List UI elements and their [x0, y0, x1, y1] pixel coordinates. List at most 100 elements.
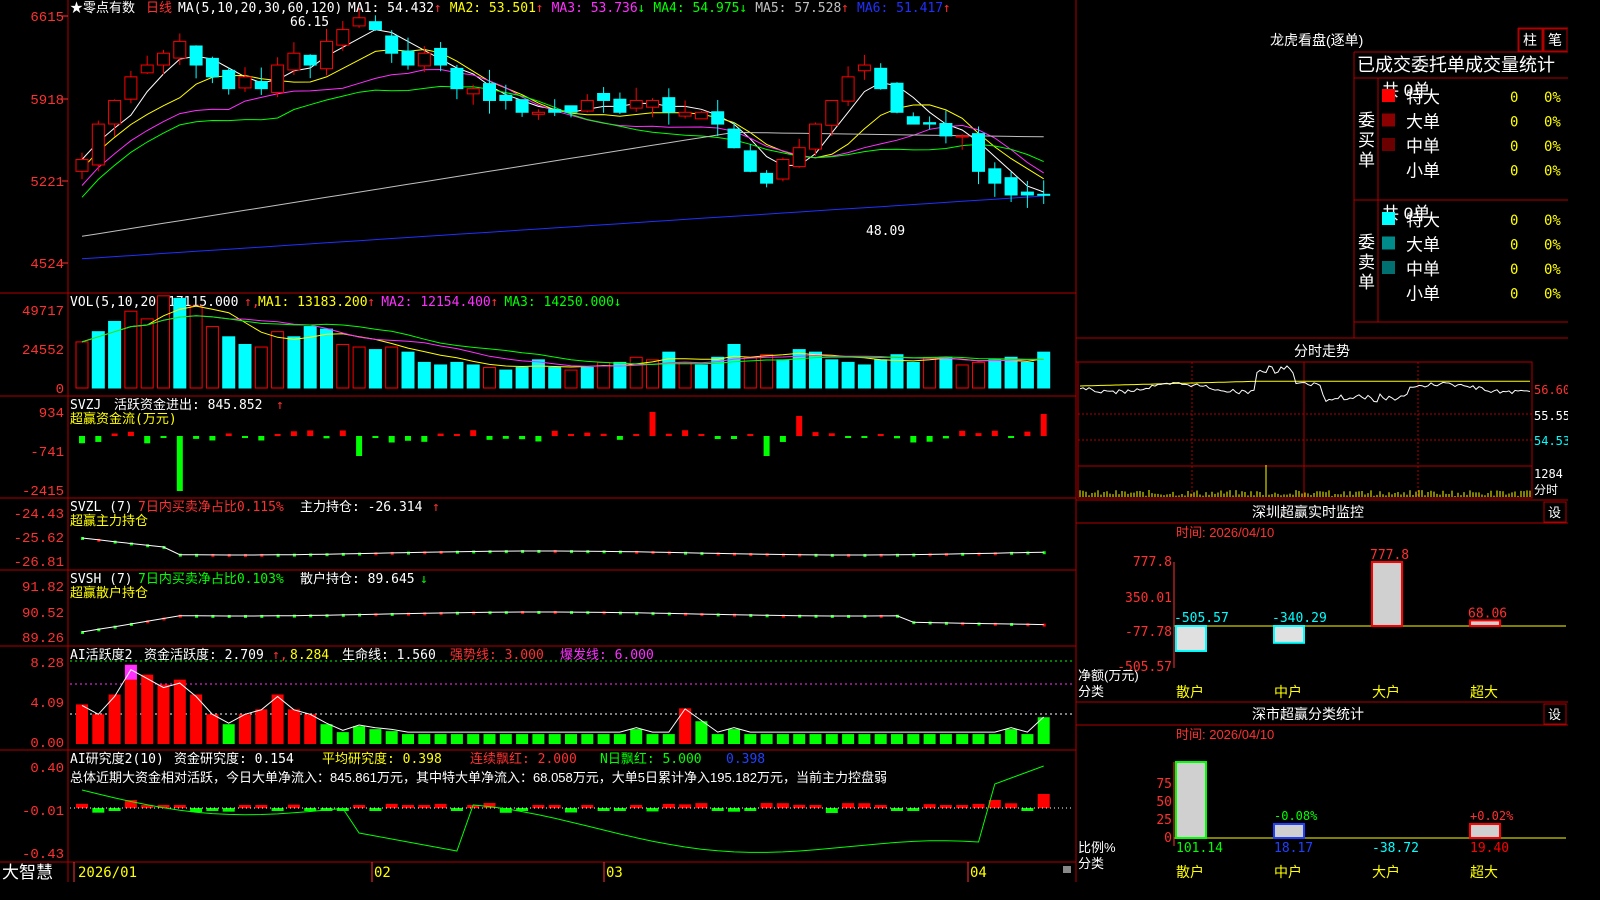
candle-body [694, 111, 708, 120]
candle-body [988, 168, 1002, 184]
vol-legend-arrow: ↑ [490, 295, 498, 310]
research-bar [891, 808, 903, 811]
ai1-y-tick: 4.09 [30, 696, 64, 712]
order-stat-title: 已成交委托单成交量统计 [1357, 55, 1555, 75]
volume-bar [287, 336, 301, 389]
ma-legend-arrow: ↑ [536, 1, 544, 16]
order-color-swatch [1382, 113, 1395, 127]
activity-bar [499, 734, 512, 744]
monitor-title: 深圳超赢实时监控 [1252, 504, 1364, 520]
stat-bar [1175, 761, 1207, 839]
activity-bar [222, 724, 235, 744]
activity-bar [353, 726, 366, 744]
period-label: 日线 [146, 0, 172, 15]
monitor-bar-label: 68.06 [1468, 606, 1507, 621]
monitor-y-tick: -77.78 [1125, 625, 1172, 640]
holding-dot [1042, 623, 1046, 627]
flow-bar [225, 433, 232, 436]
activity-bar [744, 734, 757, 744]
order-row-name: 大单 [1406, 113, 1440, 133]
lock-icon[interactable] [1063, 866, 1071, 873]
holding-dot [716, 613, 720, 617]
flow-bar [486, 436, 493, 440]
svzj-y-tick: -741 [30, 445, 64, 461]
flow-bar [242, 436, 248, 438]
logo: 大智慧 [2, 863, 53, 882]
candle-body [320, 40, 333, 70]
candle-body [466, 88, 480, 95]
research-bar [402, 805, 414, 808]
research-bar [565, 808, 577, 813]
svsh-green: 7日内买卖净占比0.103% [138, 571, 284, 587]
research-bar [434, 803, 447, 808]
holding-dot [553, 611, 557, 615]
stat-settings-label: 设 [1548, 707, 1561, 722]
intraday-y-axis: 56.60 55.55 54.53 1284 分时 [1534, 383, 1568, 497]
order-row-pct: 0% [1544, 90, 1561, 106]
intraday-chart [1079, 365, 1531, 497]
flow-bar [714, 436, 721, 440]
activity-bar [923, 734, 936, 744]
svzl-title: SVZL (7) [70, 500, 133, 515]
volume-bar [450, 361, 464, 389]
intraday-y-tick: 56.60 [1534, 383, 1568, 397]
activity-bar [467, 734, 480, 744]
vol-legend: ↑,MA1: 13183.200 ↑ MA2: 12154.400 ↑ MA3: 142… [244, 295, 621, 310]
holding-dot [455, 611, 459, 615]
holding-dot [537, 550, 541, 554]
research-bar [809, 805, 822, 808]
stat-y-tick: 75 [1156, 777, 1172, 792]
research-bar [858, 803, 871, 808]
candle-body [629, 99, 643, 109]
research-bar [776, 803, 789, 808]
intraday-y-tick: 55.55 [1534, 409, 1568, 423]
svzl-y-tick: -26.81 [14, 555, 64, 571]
holding-dot [407, 612, 410, 616]
ai2-y-tick: 0.40 [30, 761, 64, 777]
order-row-name: 特大 [1406, 211, 1440, 231]
volume-bar [694, 364, 708, 389]
stat-pct-label: -0.08% [1274, 809, 1318, 823]
group-label-char: 委 [1358, 233, 1375, 253]
ai2-title: AI研究度2(10) [70, 751, 164, 767]
candle-body [972, 133, 985, 172]
vol-legend-value: MA1: 13183.200 [258, 295, 368, 310]
monitor-y-tick: 350.01 [1125, 591, 1172, 606]
flow-bar [991, 430, 998, 436]
svzl-red: 7日内买卖净占比0.115% [138, 499, 284, 515]
flow-bar [861, 436, 868, 438]
candle-body [760, 172, 774, 184]
holding-dot [553, 550, 557, 554]
flow-bar [339, 430, 346, 436]
candle-body [890, 82, 904, 113]
candle-body [727, 128, 741, 149]
volume-bar [678, 361, 692, 389]
activity-bar [972, 734, 985, 744]
monitor-y-axis: 777.8 350.01 -77.78 -505.57 [1117, 555, 1172, 675]
candle-body [385, 35, 399, 54]
monitor-unit: 净额(万元) [1078, 668, 1139, 683]
holding-dot [537, 611, 541, 615]
svzl-y-tick: -25.62 [14, 531, 64, 547]
research-bar [662, 803, 675, 808]
activity-bar [108, 694, 121, 744]
order-row-name: 小单 [1406, 285, 1440, 305]
activity-bar [565, 734, 577, 744]
monitor-settings-label: 设 [1548, 505, 1561, 520]
volume-bar [1020, 361, 1034, 389]
research-bar [988, 800, 1001, 808]
volume-bar [173, 297, 187, 389]
activity-bar [728, 729, 740, 744]
activity-bar [597, 734, 610, 744]
research-bar [613, 808, 626, 811]
activity-bar [891, 734, 903, 744]
flow-bar [926, 436, 933, 442]
volume-bar [743, 356, 757, 389]
activity-bar [858, 734, 871, 744]
candle-body [809, 123, 822, 150]
candle-body [955, 135, 969, 138]
stat-categories: 散户 中户 大户 超大 [1176, 864, 1498, 880]
main-y-tick: 6615 [30, 10, 64, 26]
research-bar [581, 805, 594, 808]
candle-body [401, 50, 415, 66]
